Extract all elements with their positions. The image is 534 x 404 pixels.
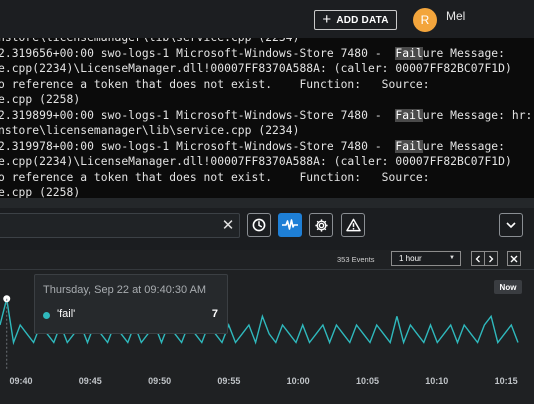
chevron-down-icon <box>506 222 516 229</box>
caret-down-icon: ▼ <box>449 255 455 261</box>
events-count: 353 Events <box>337 255 375 264</box>
log-text: 2.319656+00:00 swo-logs-1 Microsoft-Wind… <box>0 46 396 60</box>
gear-icon <box>314 218 328 232</box>
alerts-button[interactable] <box>341 213 365 237</box>
tooltip-date: Thursday, Sep 22 at 09:40:30 AM <box>43 284 207 296</box>
series-color-dot <box>43 312 50 319</box>
log-line[interactable]: e.cpp(2234)\LicenseManager.dll!00007FF83… <box>0 62 512 75</box>
log-text: 2.319978+00:00 swo-logs-1 Microsoft-Wind… <box>0 139 396 153</box>
log-line[interactable]: nstore\licensemanager\lib\service.cpp (2… <box>0 38 299 44</box>
log-viewer[interactable]: nstore\licensemanager\lib\service.cpp (2… <box>0 38 534 198</box>
search-highlight: Fail <box>395 139 423 153</box>
history-button[interactable] <box>247 213 271 237</box>
pulse-icon <box>282 219 298 230</box>
add-data-label: ADD DATA <box>336 14 389 26</box>
log-line[interactable]: e.cpp(2234)\LicenseManager.dll!00007FF83… <box>0 155 512 168</box>
time-range-value: 1 hour <box>399 254 422 263</box>
close-chart-button[interactable] <box>507 251 521 266</box>
now-badge[interactable]: Now <box>494 280 522 294</box>
x-tick-label: 09:55 <box>217 376 241 386</box>
log-line[interactable]: e.cpp (2258) <box>0 186 80 198</box>
next-range-button[interactable] <box>485 252 497 265</box>
x-tick-label: 10:00 <box>286 376 310 386</box>
log-text: nstore\licensemanager\lib\service.cpp (2… <box>0 124 300 137</box>
tooltip-series-label: 'fail' <box>57 308 76 320</box>
previous-range-button[interactable] <box>472 252 485 265</box>
search-highlight: Fail <box>395 46 423 60</box>
x-tick-label: 10:15 <box>494 376 518 386</box>
log-line[interactable]: 2.319656+00:00 swo-logs-1 Microsoft-Wind… <box>0 46 505 60</box>
log-text: nstore\licensemanager\lib\service.cpp (2… <box>0 38 299 44</box>
settings-button[interactable] <box>309 213 333 237</box>
chevron-left-icon <box>475 255 480 262</box>
log-text: e.cpp (2258) <box>0 186 81 198</box>
plus-icon: + <box>322 11 332 28</box>
log-text: 2.319899+00:00 swo-logs-1 Microsoft-Wind… <box>0 108 396 122</box>
log-text: ure Message: <box>422 139 505 153</box>
log-text: o reference a token that does not exist.… <box>0 77 430 91</box>
time-range-select[interactable]: 1 hour ▼ <box>391 251 461 266</box>
close-icon <box>510 255 518 262</box>
tooltip-value: 7 <box>211 308 218 320</box>
search-highlight: Fail <box>395 108 423 122</box>
avatar-initial: R <box>420 13 430 27</box>
x-tick-label: 10:10 <box>425 376 449 386</box>
close-icon[interactable]: ✕ <box>218 214 238 236</box>
user-name[interactable]: Mel <box>446 9 465 23</box>
avatar[interactable]: R <box>413 8 437 32</box>
clock-icon <box>252 218 266 232</box>
chart-tooltip: Thursday, Sep 22 at 09:40:30 AM 'fail' 7 <box>34 274 228 334</box>
x-tick-label: 09:45 <box>78 376 102 386</box>
collapse-button[interactable] <box>499 213 523 237</box>
log-text: ure Message: hr: <box>422 108 533 122</box>
x-tick-label: 09:50 <box>148 376 172 386</box>
time-navigation <box>471 251 498 266</box>
chevron-right-icon <box>489 255 494 262</box>
log-text: ure Message: <box>422 46 505 60</box>
log-text: e.cpp(2234)\LicenseManager.dll!00007FF83… <box>0 155 512 168</box>
log-line[interactable]: e.cpp (2258) <box>0 93 80 106</box>
log-line[interactable]: o reference a token that does not exist.… <box>0 78 430 91</box>
live-tail-button[interactable] <box>278 213 302 237</box>
x-tick-label: 10:05 <box>355 376 380 386</box>
x-tick-label: 09:40 <box>9 376 33 386</box>
pane-divider[interactable] <box>0 198 534 208</box>
log-line[interactable]: 2.319899+00:00 swo-logs-1 Microsoft-Wind… <box>0 108 533 122</box>
log-text: e.cpp(2234)\LicenseManager.dll!00007FF83… <box>0 62 512 75</box>
warning-icon <box>345 218 361 232</box>
log-text: o reference a token that does not exist.… <box>0 170 430 184</box>
log-line[interactable]: 2.319978+00:00 swo-logs-1 Microsoft-Wind… <box>0 139 505 153</box>
log-text: e.cpp (2258) <box>0 93 81 106</box>
log-line[interactable]: o reference a token that does not exist.… <box>0 171 430 184</box>
search-input[interactable] <box>0 213 240 238</box>
log-line[interactable]: nstore\licensemanager\lib\service.cpp (2… <box>0 124 299 137</box>
add-data-button[interactable]: + ADD DATA <box>314 10 397 30</box>
